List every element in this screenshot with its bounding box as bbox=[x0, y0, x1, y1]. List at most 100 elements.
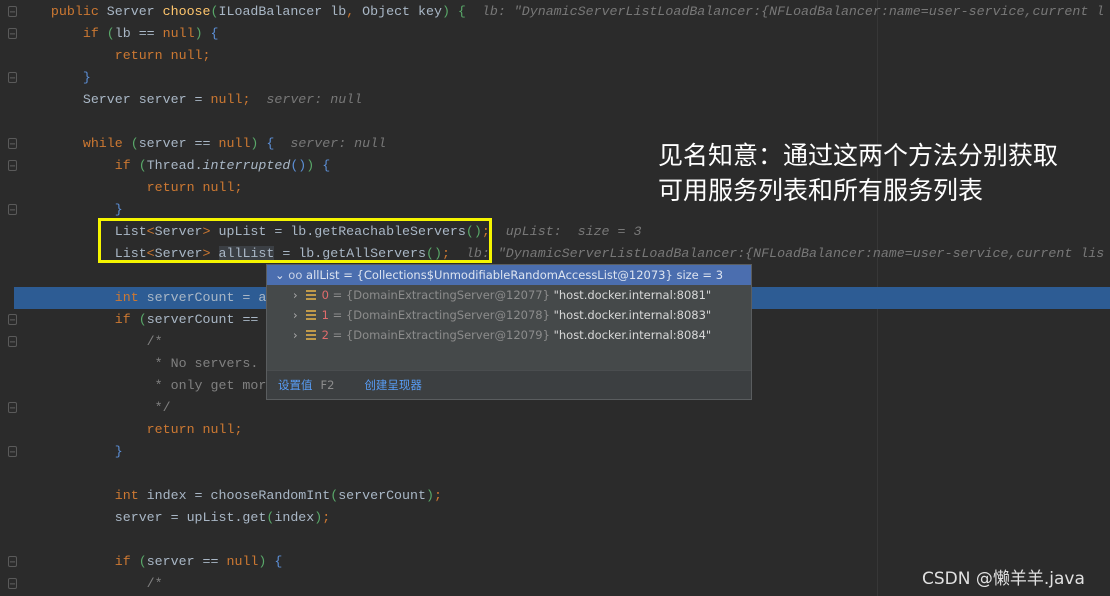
code-token: serverCount = a bbox=[146, 290, 267, 305]
chevron-right-icon[interactable]: › bbox=[293, 308, 298, 322]
fold-icon[interactable]: − bbox=[8, 204, 17, 216]
code-token: ( bbox=[106, 26, 115, 41]
code-token: Thread. bbox=[146, 158, 203, 173]
inline-debug-value: lb: "DynamicServerListLoadBalancer:{NFLo… bbox=[465, 4, 1105, 19]
popup-header[interactable]: ⌄ oo allList = {Collections$Unmodifiable… bbox=[267, 265, 751, 285]
fold-icon[interactable]: − bbox=[8, 314, 17, 326]
set-value-shortcut: F2 bbox=[320, 378, 335, 392]
chevron-right-icon[interactable]: › bbox=[293, 288, 298, 302]
code-token: ( bbox=[138, 312, 147, 327]
code-line[interactable]: while (server == null) { server: null bbox=[19, 133, 386, 155]
code-token: index = chooseRandomInt bbox=[146, 488, 331, 503]
code-token: } bbox=[19, 444, 123, 459]
code-token: ) bbox=[194, 26, 211, 41]
popup-list-item[interactable]: › 2 = {DomainExtractingServer@12079} "hos… bbox=[267, 325, 751, 345]
code-token: null bbox=[226, 554, 259, 569]
code-line[interactable]: if (server == null) { bbox=[19, 551, 283, 573]
code-token: int bbox=[19, 290, 147, 305]
code-token: { bbox=[457, 4, 466, 19]
fold-icon[interactable]: − bbox=[8, 160, 17, 172]
code-line[interactable]: if (serverCount == bbox=[19, 309, 266, 331]
code-token: ( bbox=[138, 554, 147, 569]
item-type: {DomainExtractingServer@12079} bbox=[345, 328, 550, 342]
item-value: "host.docker.internal:8083" bbox=[553, 308, 712, 322]
code-token: ) bbox=[441, 4, 458, 19]
popup-list-item[interactable]: › 0 = {DomainExtractingServer@12077} "hos… bbox=[267, 285, 751, 305]
code-token: ) bbox=[250, 136, 267, 151]
code-token: null bbox=[218, 136, 251, 151]
popup-list-item[interactable]: › 1 = {DomainExtractingServer@12078} "hos… bbox=[267, 305, 751, 325]
code-line[interactable]: } bbox=[19, 441, 123, 463]
code-token: return null bbox=[19, 48, 203, 63]
popup-header-text: allList = {Collections$UnmodifiableRando… bbox=[306, 268, 724, 282]
code-token: ; bbox=[202, 48, 211, 63]
code-line[interactable]: int serverCount = a bbox=[19, 287, 267, 309]
highlight-box bbox=[98, 218, 492, 263]
code-line[interactable]: */ bbox=[19, 397, 171, 419]
code-line[interactable]: } bbox=[19, 67, 91, 89]
watermark: CSDN @懒羊羊.java bbox=[922, 569, 1085, 589]
fold-icon[interactable]: − bbox=[8, 578, 17, 590]
field-icon bbox=[305, 330, 316, 340]
create-renderer-link[interactable]: 创建呈现器 bbox=[364, 378, 422, 392]
code-line[interactable]: if (lb == null) { bbox=[19, 23, 219, 45]
code-token: null bbox=[210, 92, 243, 107]
code-token: * No servers. bbox=[19, 356, 259, 371]
equals-sign: = bbox=[328, 308, 346, 322]
fold-icon[interactable]: − bbox=[8, 402, 17, 414]
code-token: ILoadBalancer lb bbox=[218, 4, 347, 19]
set-value-link[interactable]: 设置值 bbox=[278, 378, 313, 392]
code-line[interactable]: if (Thread.interrupted()) { bbox=[19, 155, 331, 177]
code-line[interactable]: Server server = null; server: null bbox=[19, 89, 362, 111]
chevron-right-icon[interactable]: › bbox=[293, 328, 298, 342]
code-line[interactable]: server = upList.get(index); bbox=[19, 507, 330, 529]
fold-icon[interactable]: − bbox=[8, 28, 17, 40]
code-token: ( bbox=[130, 136, 139, 151]
inline-debug-value: lb: "DynamicServerListLoadBalancer:{NFLo… bbox=[449, 246, 1105, 261]
code-token: ( bbox=[138, 158, 147, 173]
code-token: ( bbox=[330, 488, 339, 503]
item-value: "host.docker.internal:8084" bbox=[553, 328, 712, 342]
code-line[interactable]: * No servers. bbox=[19, 353, 259, 375]
inline-debug-value: server: null bbox=[274, 136, 387, 151]
field-icon bbox=[305, 290, 316, 300]
code-line[interactable]: * only get mor bbox=[19, 375, 267, 397]
code-token: */ bbox=[19, 400, 171, 415]
fold-icon[interactable]: − bbox=[8, 556, 17, 568]
fold-icon[interactable]: − bbox=[8, 72, 17, 84]
code-line[interactable]: int index = chooseRandomInt(serverCount)… bbox=[19, 485, 442, 507]
code-token: lb == bbox=[114, 26, 163, 41]
code-line[interactable]: return null; bbox=[19, 419, 243, 441]
code-token: ; bbox=[433, 488, 442, 503]
code-token: Object key bbox=[362, 4, 442, 19]
code-line[interactable]: return null; bbox=[19, 45, 211, 67]
code-token: ; bbox=[234, 422, 243, 437]
fold-icon[interactable]: − bbox=[8, 336, 17, 348]
annotation-text: 见名知意：通过这两个方法分别获取 可用服务列表和所有服务列表 bbox=[658, 138, 1058, 208]
code-token: return null bbox=[19, 180, 235, 195]
chevron-down-icon[interactable]: ⌄ bbox=[275, 268, 285, 282]
code-token: null bbox=[162, 26, 195, 41]
fold-icon[interactable]: − bbox=[8, 446, 17, 458]
code-line[interactable]: /* bbox=[19, 331, 163, 353]
debug-value-popup: ⌄ oo allList = {Collections$Unmodifiable… bbox=[266, 264, 752, 400]
code-token: serverCount == bbox=[146, 312, 267, 327]
code-token: /* bbox=[19, 576, 163, 591]
code-token: if bbox=[19, 26, 107, 41]
code-token: serverCount bbox=[338, 488, 426, 503]
fold-icon[interactable]: − bbox=[8, 138, 17, 150]
code-line[interactable]: return null; bbox=[19, 177, 243, 199]
code-token: () bbox=[290, 158, 307, 173]
fold-icon[interactable]: − bbox=[8, 6, 17, 18]
watch-glasses-icon: oo bbox=[288, 268, 303, 282]
code-token: ) bbox=[425, 488, 434, 503]
annotation-line-1: 见名知意：通过这两个方法分别获取 bbox=[658, 141, 1059, 170]
code-token: if bbox=[19, 158, 139, 173]
code-line[interactable]: public Server choose(ILoadBalancer lb, O… bbox=[19, 1, 1104, 23]
code-line[interactable]: /* bbox=[19, 573, 163, 595]
code-token: while bbox=[19, 136, 131, 151]
code-token: ) bbox=[306, 158, 323, 173]
item-type: {DomainExtractingServer@12077} bbox=[345, 288, 550, 302]
code-token: , bbox=[346, 4, 363, 19]
code-token: int bbox=[19, 488, 147, 503]
